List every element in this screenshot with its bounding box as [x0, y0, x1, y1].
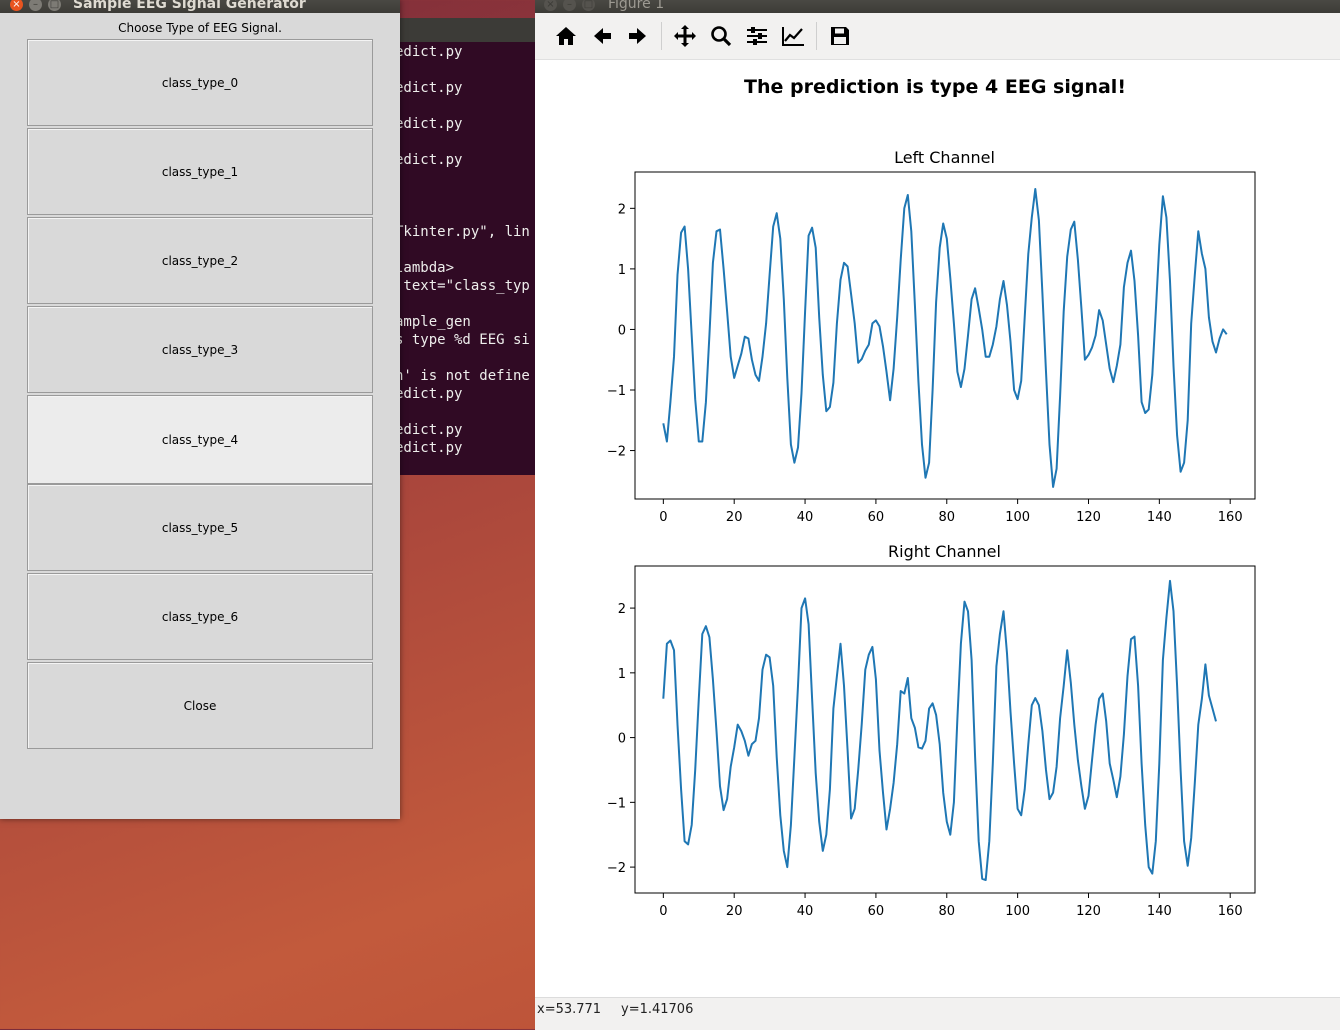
terminal-line: s type %d EEG si: [395, 332, 530, 348]
toolbar-separator: [661, 22, 662, 50]
x-tick-label: 140: [1147, 510, 1172, 525]
y-tick-label: −2: [607, 445, 626, 460]
figure-suptitle: The prediction is type 4 EEG signal!: [744, 76, 1126, 98]
x-tick-label: 0: [659, 510, 667, 525]
y-tick-label: −2: [607, 861, 626, 876]
home-icon[interactable]: [551, 21, 581, 51]
pan-icon[interactable]: [670, 21, 700, 51]
class-type-6-button[interactable]: class_type_6: [27, 573, 373, 660]
save-icon[interactable]: [825, 21, 855, 51]
tk-titlebar: × – □ Sample EEG Signal Generator: [0, 0, 400, 13]
toolbar-separator: [816, 22, 817, 50]
terminal-line: Tkinter.py", lin: [395, 224, 530, 240]
x-tick-label: 80: [938, 510, 955, 525]
close-window-icon[interactable]: ×: [544, 0, 557, 11]
y-tick-label: −1: [607, 796, 626, 811]
x-tick-label: 160: [1218, 510, 1243, 525]
y-tick-label: 1: [618, 667, 626, 682]
class-type-2-button[interactable]: class_type_2: [27, 217, 373, 304]
terminal-titlebar: [395, 18, 540, 42]
y-tick-label: 1: [618, 263, 626, 278]
y-tick-label: −1: [607, 384, 626, 399]
zoom-icon[interactable]: [706, 21, 736, 51]
left-channel-axes[interactable]: Left Channel 0 20 40 60 80 100 120 140 160 −2 −1 0 1…: [607, 148, 1256, 525]
x-tick-label: 60: [868, 904, 885, 919]
terminal-line: edict.py: [395, 152, 463, 168]
choose-type-label: Choose Type of EEG Signal.: [118, 21, 282, 35]
class-type-0-button[interactable]: class_type_0: [27, 39, 373, 126]
terminal-line: edict.py: [395, 80, 463, 96]
right-channel-signal-line: [662, 579, 1217, 881]
y-coordinate-readout: y=1.41706: [621, 1002, 694, 1017]
configure-subplots-icon[interactable]: [742, 21, 772, 51]
right-channel-title: Right Channel: [888, 542, 1001, 561]
y-tick-label: 0: [618, 732, 626, 747]
figure-titlebar: × – □ Figure 1: [535, 0, 1340, 13]
maximize-window-icon[interactable]: □: [48, 0, 61, 11]
right-channel-frame: [634, 565, 1256, 894]
x-coordinate-readout: x=53.771: [537, 1002, 602, 1017]
terminal-line: n' is not define: [395, 368, 530, 384]
terminal-line: edict.py: [395, 422, 463, 438]
figure-title: Figure 1: [608, 0, 665, 12]
terminal-line: lambda>: [395, 260, 455, 276]
x-tick-label: 120: [1076, 510, 1101, 525]
terminal-line: edict.py: [395, 44, 463, 60]
close-button[interactable]: Close: [27, 662, 373, 749]
maximize-window-icon[interactable]: □: [582, 0, 595, 11]
edit-axis-icon[interactable]: [778, 21, 808, 51]
x-tick-label: 60: [868, 510, 885, 525]
terminal-line: edict.py: [395, 116, 463, 132]
x-tick-label: 20: [726, 904, 743, 919]
x-tick-label: 120: [1076, 904, 1101, 919]
x-tick-label: 40: [797, 510, 814, 525]
class-type-1-button[interactable]: class_type_1: [27, 128, 373, 215]
x-tick-label: 40: [797, 904, 814, 919]
minimize-window-icon[interactable]: –: [29, 0, 42, 11]
close-window-icon[interactable]: ×: [10, 0, 23, 11]
terminal-line: edict.py: [395, 386, 463, 402]
terminal-line: ample_gen: [395, 314, 471, 330]
left-channel-title: Left Channel: [894, 148, 995, 167]
left-channel-signal-line: [662, 188, 1228, 488]
right-channel-axes[interactable]: Right Channel 0 20 40 60 80 100 120 140 160 −2 −1 0…: [607, 542, 1256, 919]
x-tick-label: 100: [1005, 904, 1030, 919]
forward-icon[interactable]: [623, 21, 653, 51]
figure-canvas[interactable]: The prediction is type 4 EEG signal! Lef…: [535, 60, 1340, 996]
minimize-window-icon[interactable]: –: [563, 0, 576, 11]
x-tick-label: 160: [1218, 904, 1243, 919]
y-tick-label: 0: [618, 323, 626, 338]
terminal-line: edict.py: [395, 440, 463, 456]
x-tick-label: 100: [1005, 510, 1030, 525]
navigation-toolbar: [535, 13, 1340, 60]
x-tick-label: 140: [1147, 904, 1172, 919]
x-tick-label: 0: [659, 904, 667, 919]
class-type-4-button[interactable]: class_type_4: [27, 395, 373, 484]
figure-window: × – □ Figure 1 The prediction is type 4 …: [535, 0, 1340, 1030]
y-tick-label: 2: [618, 602, 626, 617]
status-bar: x=53.771 y=1.41706: [535, 997, 1340, 1030]
x-tick-label: 20: [726, 510, 743, 525]
background-terminal: edict.py edict.py edict.py edict.py Tkinter.…: [395, 18, 540, 475]
class-type-3-button[interactable]: class_type_3: [27, 306, 373, 393]
y-tick-label: 2: [618, 202, 626, 217]
x-tick-label: 80: [938, 904, 955, 919]
eeg-generator-window: × – □ Sample EEG Signal Generator Choose…: [0, 0, 400, 819]
window-title: Sample EEG Signal Generator: [73, 0, 306, 12]
terminal-line: text="class_typ: [395, 278, 530, 294]
class-type-5-button[interactable]: class_type_5: [27, 484, 373, 571]
back-icon[interactable]: [587, 21, 617, 51]
